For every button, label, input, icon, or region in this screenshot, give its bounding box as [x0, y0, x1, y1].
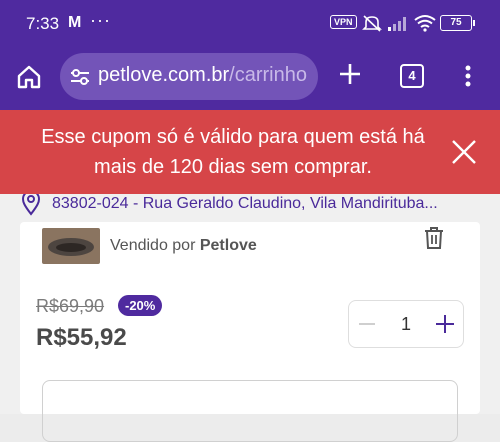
current-price: R$55,92 [36, 324, 127, 351]
new-tab-icon[interactable] [338, 62, 362, 91]
vpn-icon: VPN [330, 15, 357, 29]
battery-icon: 75 [440, 15, 475, 31]
location-pin-icon [20, 190, 42, 221]
seller-name: Petlove [199, 237, 257, 254]
cart-item-card: Vendido por Petlove R$69,90 -20% R$55,92… [20, 222, 480, 442]
mute-icon [362, 14, 382, 37]
clock: 7:33 [26, 14, 60, 33]
gmail-icon: M [68, 14, 82, 31]
increase-quantity-button[interactable] [435, 314, 455, 339]
site-settings-icon[interactable] [70, 67, 90, 92]
signal-icon [388, 15, 410, 36]
browser-toolbar: petlove.com.br/carrinho 4 [0, 46, 500, 110]
trash-icon[interactable] [423, 226, 445, 255]
close-icon[interactable] [450, 138, 478, 171]
address-bar[interactable]: petlove.com.br/carrinho [60, 53, 318, 100]
product-image[interactable] [42, 228, 100, 264]
home-icon[interactable] [16, 64, 42, 95]
more-notifications-icon: ··· [90, 10, 111, 30]
decrease-quantity-button[interactable] [359, 323, 375, 325]
url-path: /carrinho [229, 64, 307, 86]
info-box[interactable] [42, 380, 458, 442]
wifi-icon [414, 14, 436, 37]
quantity-stepper: 1 [348, 300, 464, 348]
url-domain: petlove.com.br [98, 64, 230, 86]
tab-switcher-button[interactable]: 4 [400, 64, 424, 88]
toast-message: Esse cupom só é válido para quem está há… [41, 126, 425, 178]
quantity-value: 1 [401, 314, 412, 334]
url-text: petlove.com.br/carrinho [98, 64, 310, 87]
menu-icon[interactable] [464, 65, 472, 92]
error-toast: Esse cupom só é válido para quem está há… [0, 110, 500, 194]
original-price: R$69,90 [36, 296, 105, 316]
discount-badge: -20% [118, 295, 163, 316]
status-bar: 7:33 M ··· VPN 75 [0, 0, 500, 46]
seller-info: Vendido por Petlove [110, 237, 257, 255]
sold-by-label: Vendido por [110, 237, 196, 254]
delivery-address: 83802-024 - Rua Geraldo Claudino, Vila M… [52, 195, 438, 212]
